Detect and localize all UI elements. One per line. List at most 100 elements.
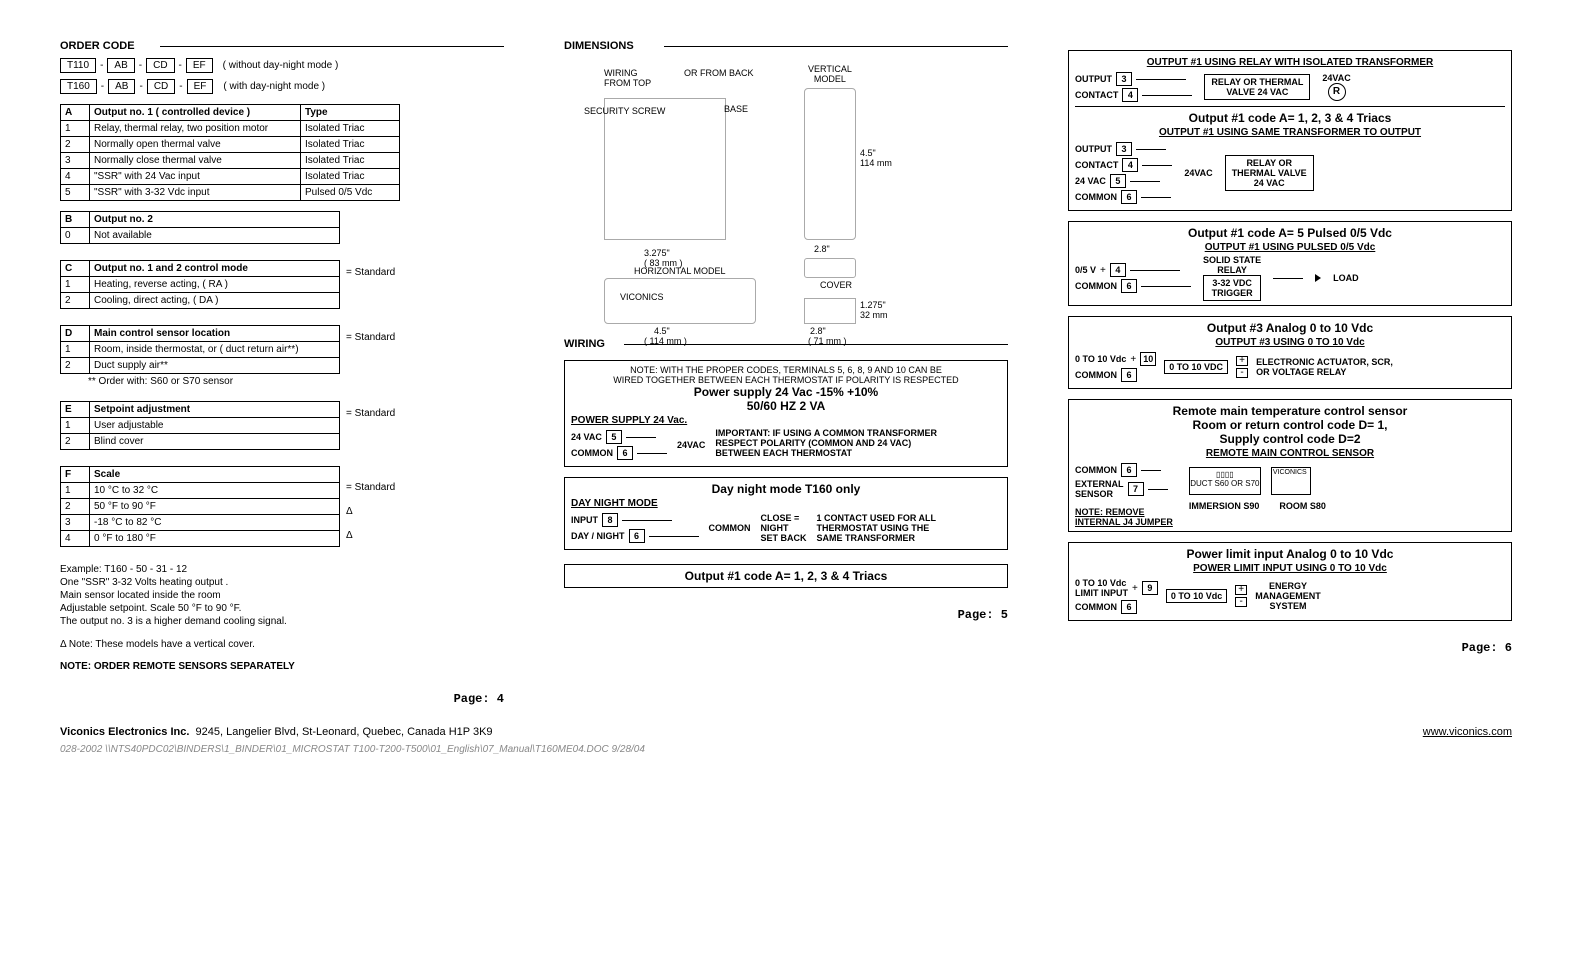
label: HORIZONTAL MODEL xyxy=(634,266,726,276)
th: A xyxy=(61,105,90,121)
dim: 32 mm xyxy=(860,310,888,320)
terminal-6: 6 xyxy=(1121,190,1137,204)
terminal-label: 0/5 V xyxy=(1075,265,1096,275)
td: 1 xyxy=(61,277,90,293)
terminal-label: COMMON xyxy=(1075,281,1117,291)
delta-note: Δ xyxy=(346,506,395,517)
terminal-label: COMMON xyxy=(1075,370,1117,380)
th: B xyxy=(61,212,90,228)
td: 3 xyxy=(61,153,90,169)
td: Not available xyxy=(90,228,340,244)
td: Normally open thermal valve xyxy=(90,137,301,153)
terminal-3: 3 xyxy=(1116,72,1132,86)
terminal-8: 8 xyxy=(602,513,618,527)
terminal-label: CONTACT xyxy=(1075,160,1118,170)
terminal-6: 6 xyxy=(1121,368,1137,382)
box-title: Supply control code D=2 xyxy=(1075,432,1505,446)
td: 1 xyxy=(61,418,90,434)
output3-analog-box: Output #3 Analog 0 to 10 Vdc OUTPUT #3 U… xyxy=(1068,316,1512,389)
td: 0 xyxy=(61,228,90,244)
dim: 2.8" xyxy=(810,326,826,336)
relay-box: RELAY OR THERMAL VALVE 24 VAC xyxy=(1225,155,1314,191)
terminal-label: OUTPUT xyxy=(1075,74,1112,84)
company-address: 9245, Langelier Blvd, St-Leonard, Quebec… xyxy=(196,726,493,738)
td: Cooling, direct acting, ( DA ) xyxy=(90,293,340,309)
terminal-label: OUTPUT xyxy=(1075,144,1112,154)
example-line: Adjustable setpoint. Scale 50 °F to 90 °… xyxy=(60,602,504,615)
delta-note: Δ xyxy=(346,530,395,541)
terminal-label: 0 TO 10 Vdc LIMIT INPUT xyxy=(1075,578,1128,598)
table-e: ESetpoint adjustment 1User adjustable 2B… xyxy=(60,401,340,450)
box-subtitle: POWER LIMIT INPUT USING 0 TO 10 Vdc xyxy=(1075,563,1505,574)
terminal-10: 10 xyxy=(1140,352,1156,366)
td: 50 °F to 90 °F xyxy=(90,499,340,515)
dim: 4.5" xyxy=(654,326,670,336)
td: Duct supply air** xyxy=(90,358,340,374)
td: 2 xyxy=(61,358,90,374)
td: Pulsed 0/5 Vdc xyxy=(301,185,400,201)
box-title: Room or return control code D= 1, xyxy=(1075,418,1505,432)
label: OR FROM BACK xyxy=(684,68,754,78)
terminal-5: 5 xyxy=(606,430,622,444)
terminal-9: 9 xyxy=(1142,581,1158,595)
dn-note: 1 CONTACT USED FOR ALL THERMOSTAT USING … xyxy=(817,513,937,543)
viconics-icon: VICONICS xyxy=(1271,467,1311,495)
company-name: Viconics Electronics Inc. xyxy=(60,726,189,738)
terminal-label: EXTERNAL SENSOR xyxy=(1075,479,1124,499)
terminal-7: 7 xyxy=(1128,482,1144,496)
th: Output no. 2 xyxy=(90,212,340,228)
terminal-label: COMMON xyxy=(571,448,613,458)
output1-pulsed-box: Output #1 code A= 5 Pulsed 0/5 Vdc OUTPU… xyxy=(1068,221,1512,306)
terminal-6: 6 xyxy=(1121,463,1137,477)
terminal-6: 6 xyxy=(1121,279,1137,293)
website-link[interactable]: www.viconics.com xyxy=(1423,726,1512,738)
code-note: ( without day-night mode ) xyxy=(223,60,339,71)
dim: 114 mm xyxy=(860,158,892,168)
ps-sub: POWER SUPPLY 24 Vac. xyxy=(571,415,1001,426)
terminal-4: 4 xyxy=(1110,263,1126,277)
vdc-box: 3-32 VDC TRIGGER xyxy=(1203,275,1261,301)
td: 4 xyxy=(61,169,90,185)
order-sensors-note: NOTE: ORDER REMOTE SENSORS SEPARATELY xyxy=(60,661,504,672)
label: 24VAC xyxy=(677,440,705,450)
table-f: FScale 110 °C to 32 °C 250 °F to 90 °F 3… xyxy=(60,466,340,547)
document-path: 028-2002 \\NTS40PDC02\BINDERS\1_BINDER\0… xyxy=(60,744,1512,755)
box-title: Remote main temperature control sensor xyxy=(1075,404,1505,418)
label: 24VAC xyxy=(1322,73,1350,83)
box-subtitle: OUTPUT #3 USING 0 TO 10 Vdc xyxy=(1075,337,1505,348)
code-box: T110 xyxy=(60,58,96,73)
standard-note: = Standard xyxy=(346,408,395,419)
th: Main control sensor location xyxy=(90,326,340,342)
code-box: EF xyxy=(186,58,213,73)
code-box: AB xyxy=(108,79,135,94)
td: 2 xyxy=(61,137,90,153)
day-night-title: Day night mode T160 only xyxy=(571,482,1001,496)
terminal-label: CONTACT xyxy=(1075,90,1118,100)
code-box: CD xyxy=(146,58,174,73)
code-box: T160 xyxy=(60,79,97,94)
terminal-4: 4 xyxy=(1122,88,1138,102)
terminal-label: DAY / NIGHT xyxy=(571,531,625,541)
td: Heating, reverse acting, ( RA ) xyxy=(90,277,340,293)
day-night-box: Day night mode T160 only DAY NIGHT MODE … xyxy=(564,477,1008,550)
standard-note: = Standard xyxy=(346,332,395,343)
terminal-6: 6 xyxy=(1121,600,1137,614)
table-a: A Output no. 1 ( controlled device ) Typ… xyxy=(60,104,400,201)
terminal-label: 24 VAC xyxy=(1075,176,1106,186)
td: Isolated Triac xyxy=(301,169,400,185)
dn-close: CLOSE = NIGHT SET BACK xyxy=(761,513,807,543)
room-label: ROOM S80 xyxy=(1279,501,1326,511)
triac-title-line: Output #1 code A= 1, 2, 3 & 4 Triacs xyxy=(564,564,1008,588)
wiring-heading: WIRING xyxy=(564,338,1008,350)
td: Isolated Triac xyxy=(301,121,400,137)
th: E xyxy=(61,402,90,418)
td: Relay, thermal relay, two position motor xyxy=(90,121,301,137)
terminal-label: COMMON xyxy=(1075,192,1117,202)
terminal-6: 6 xyxy=(617,446,633,460)
power-limit-box: Power limit input Analog 0 to 10 Vdc POW… xyxy=(1068,542,1512,621)
td: 2 xyxy=(61,434,90,450)
power-supply-title: Power supply 24 Vac -15% +10% xyxy=(571,385,1001,399)
dim: 1.275" xyxy=(860,300,886,310)
label: SECURITY SCREW xyxy=(584,106,665,116)
wiring-note: NOTE: WITH THE PROPER CODES, TERMINALS 5… xyxy=(571,365,1001,385)
